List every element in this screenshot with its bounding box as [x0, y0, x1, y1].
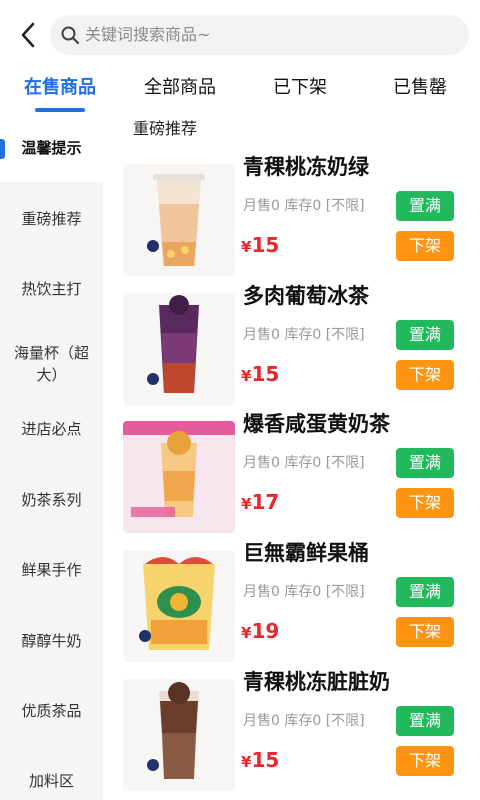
- sidebar-item-must-order[interactable]: 进店必点: [0, 418, 103, 440]
- price-value: 15: [251, 362, 280, 386]
- delist-button[interactable]: 下架: [396, 231, 454, 261]
- product-name: 青稞桃冻脏脏奶: [243, 670, 390, 694]
- product-name: 多肉葡萄冰茶: [243, 284, 369, 308]
- tab-on-sale[interactable]: 在售商品: [0, 76, 120, 100]
- product-price: ¥19: [241, 616, 279, 648]
- tab-sold-out[interactable]: 已售罄: [360, 76, 480, 100]
- price-value: 15: [251, 748, 280, 772]
- currency-symbol: ¥: [241, 753, 252, 771]
- sidebar-item-tips[interactable]: 温馨提示: [0, 112, 103, 182]
- tab-bar: 在售商品 全部商品 已下架 已售罄: [0, 68, 480, 112]
- product-name: 爆香咸蛋黄奶茶: [243, 412, 390, 436]
- currency-symbol: ¥: [241, 367, 252, 385]
- product-stats: 月售0 库存0 [不限]: [243, 584, 365, 600]
- section-title: 重磅推荐: [133, 119, 198, 138]
- product-name: 巨無霸鲜果桶: [243, 541, 369, 565]
- product-item[interactable]: 巨無霸鲜果桶 月售0 库存0 [不限] ¥19 置满 下架: [103, 536, 480, 664]
- product-item[interactable]: 青稞桃冻脏脏奶 月售0 库存0 [不限] ¥15 置满 下架: [103, 665, 480, 793]
- product-image: [123, 679, 235, 791]
- fill-stock-button[interactable]: 置满: [396, 577, 454, 607]
- sidebar-item-hot-drinks[interactable]: 热饮主打: [0, 278, 103, 300]
- sidebar-item-milk-tea[interactable]: 奶茶系列: [0, 489, 103, 511]
- sidebar-item-large-cup[interactable]: 海量杯（超大）: [0, 342, 103, 386]
- product-item[interactable]: 青稞桃冻奶绿 月售0 库存0 [不限] ¥15 置满 下架: [103, 150, 480, 278]
- top-bar: 关键词搜索商品~: [0, 0, 480, 68]
- product-price: ¥15: [241, 230, 279, 262]
- sidebar-item-milk[interactable]: 醇醇牛奶: [0, 630, 103, 652]
- product-stats: 月售0 库存0 [不限]: [243, 455, 365, 471]
- fill-stock-button[interactable]: 置满: [396, 448, 454, 478]
- price-value: 17: [251, 490, 280, 514]
- product-name: 青稞桃冻奶绿: [243, 155, 369, 179]
- currency-symbol: ¥: [241, 624, 252, 642]
- fill-stock-button[interactable]: 置满: [396, 320, 454, 350]
- product-stats: 月售0 库存0 [不限]: [243, 713, 365, 729]
- product-price: ¥17: [241, 487, 279, 519]
- back-icon[interactable]: [14, 20, 44, 50]
- sidebar-item-recommend[interactable]: 重磅推荐: [0, 208, 103, 230]
- product-image: [123, 164, 235, 276]
- currency-symbol: ¥: [241, 495, 252, 513]
- sidebar-active-indicator: [0, 139, 5, 159]
- delist-button[interactable]: 下架: [396, 360, 454, 390]
- price-value: 19: [251, 619, 280, 643]
- product-image: [123, 421, 235, 533]
- currency-symbol: ¥: [241, 238, 252, 256]
- product-item[interactable]: 爆香咸蛋黄奶茶 月售0 库存0 [不限] ¥17 置满 下架: [103, 407, 480, 535]
- product-image: [123, 550, 235, 662]
- fill-stock-button[interactable]: 置满: [396, 706, 454, 736]
- delist-button[interactable]: 下架: [396, 488, 454, 518]
- delist-button[interactable]: 下架: [396, 617, 454, 647]
- tab-delisted[interactable]: 已下架: [240, 76, 360, 100]
- product-list: 重磅推荐 青稞桃冻奶绿 月售0 库存0 [不限] ¥15 置满 下架 多肉葡萄冰…: [103, 112, 480, 800]
- product-price: ¥15: [241, 359, 279, 391]
- product-item[interactable]: 多肉葡萄冰茶 月售0 库存0 [不限] ¥15 置满 下架: [103, 279, 480, 407]
- search-placeholder: 关键词搜索商品~: [85, 25, 211, 44]
- product-price: ¥15: [241, 745, 279, 777]
- search-icon: [60, 25, 80, 45]
- sidebar-item-toppings[interactable]: 加料区: [0, 770, 103, 792]
- tab-all-products[interactable]: 全部商品: [120, 76, 240, 100]
- sidebar-item-tea[interactable]: 优质茶品: [0, 700, 103, 722]
- product-image: [123, 293, 235, 405]
- search-input[interactable]: 关键词搜索商品~: [50, 15, 469, 55]
- product-stats: 月售0 库存0 [不限]: [243, 327, 365, 343]
- sidebar-item-fresh-fruit[interactable]: 鲜果手作: [0, 559, 103, 581]
- fill-stock-button[interactable]: 置满: [396, 191, 454, 221]
- price-value: 15: [251, 233, 280, 257]
- product-stats: 月售0 库存0 [不限]: [243, 198, 365, 214]
- category-sidebar: 温馨提示 重磅推荐 热饮主打 海量杯（超大） 进店必点 奶茶系列 鲜果手作 醇醇…: [0, 112, 103, 800]
- delist-button[interactable]: 下架: [396, 746, 454, 776]
